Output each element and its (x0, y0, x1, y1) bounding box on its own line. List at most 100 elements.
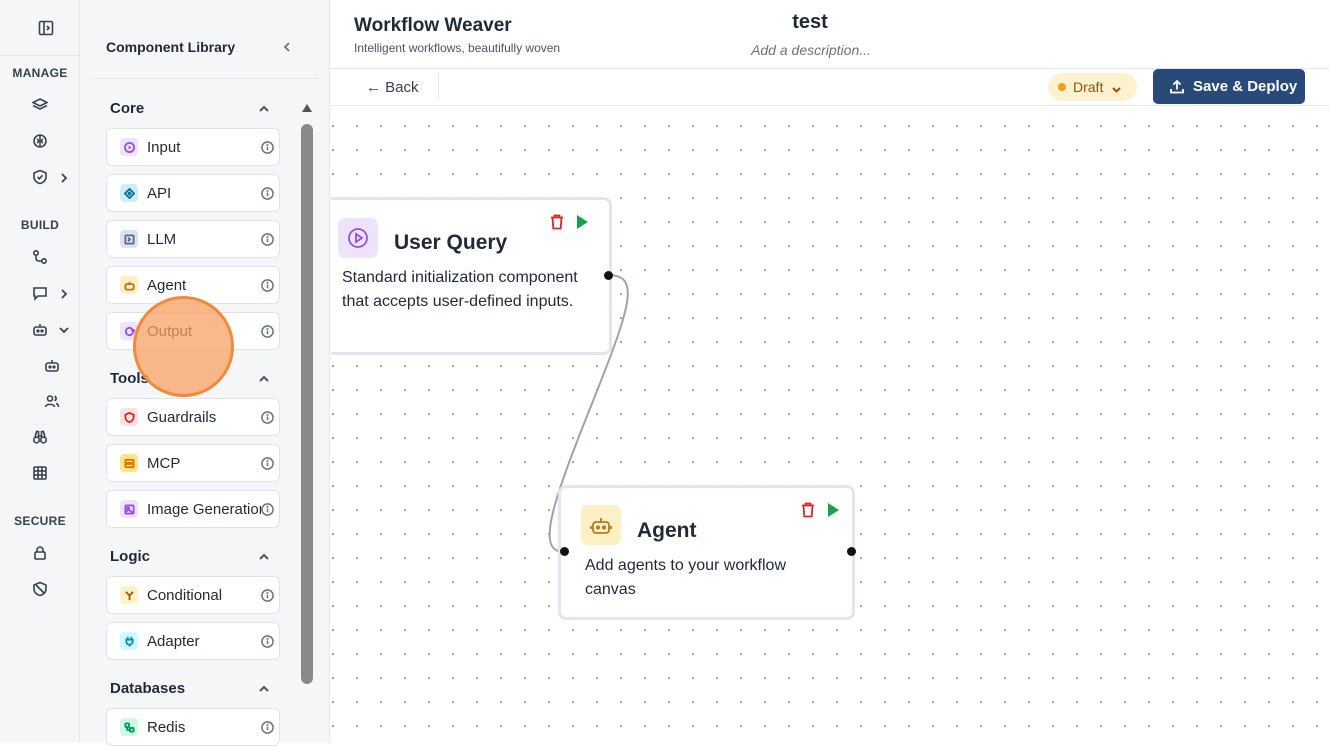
play-circle-icon (120, 138, 138, 156)
component-api[interactable]: API (106, 174, 280, 212)
save-deploy-button[interactable]: Save & Deploy (1153, 69, 1305, 104)
click-indicator (133, 296, 234, 397)
upload-icon (1169, 79, 1185, 95)
play-circle-icon (338, 218, 378, 258)
node-user-query[interactable]: User Query Standard initialization compo… (331, 197, 612, 355)
workflow-canvas[interactable]: User Query Standard initialization compo… (331, 106, 1329, 742)
info-icon[interactable] (261, 278, 274, 292)
node-description: Standard initialization component that a… (342, 269, 578, 310)
delete-icon[interactable] (801, 502, 815, 518)
shield-icon[interactable] (30, 167, 50, 187)
delete-icon[interactable] (550, 214, 564, 230)
branch-icon (120, 586, 138, 604)
node-title: Agent (637, 519, 697, 542)
toolbar: ← Back Draft Save & Deploy (330, 69, 1329, 106)
group-core-title: Core (110, 100, 145, 117)
input-port[interactable] (560, 547, 569, 556)
component-label: API (147, 184, 172, 202)
chevron-left-icon[interactable] (280, 40, 294, 54)
bot-icon (581, 505, 621, 545)
chevron-down-icon (1111, 82, 1122, 93)
component-llm[interactable]: LLM (106, 220, 280, 258)
info-icon[interactable] (261, 634, 274, 648)
info-icon[interactable] (261, 502, 274, 516)
component-mcp[interactable]: MCP (106, 444, 280, 482)
chevron-up-icon[interactable] (258, 550, 270, 562)
info-icon[interactable] (261, 456, 274, 470)
section-secure: SECURE (14, 514, 66, 528)
component-input[interactable]: Input (106, 128, 280, 166)
component-image-generation[interactable]: Image Generation (106, 490, 280, 528)
info-icon[interactable] (261, 588, 274, 602)
workflow-icon[interactable] (30, 247, 50, 267)
status-dropdown[interactable]: Draft (1048, 73, 1137, 101)
node-agent[interactable]: Agent Add agents to your workflow canvas (558, 485, 855, 620)
llm-icon (120, 230, 138, 248)
info-icon[interactable] (261, 140, 274, 154)
chevron-up-icon[interactable] (258, 372, 270, 384)
icon-rail: MANAGE BUILD SECURE (0, 0, 80, 742)
library-title: Component Library (106, 39, 236, 55)
brain-icon[interactable] (30, 131, 50, 151)
bot-icon[interactable] (30, 319, 50, 339)
output-port[interactable] (604, 271, 613, 280)
chevron-up-icon[interactable] (258, 102, 270, 114)
component-guardrails[interactable]: Guardrails (106, 398, 280, 436)
info-icon[interactable] (261, 410, 274, 424)
workflow-description[interactable]: Add a description... (711, 42, 911, 58)
info-icon[interactable] (261, 720, 274, 734)
lock-icon[interactable] (30, 543, 50, 563)
node-title: User Query (394, 231, 508, 254)
component-conditional[interactable]: Conditional (106, 576, 280, 614)
back-button[interactable]: ← Back (366, 79, 419, 96)
users-icon[interactable] (42, 391, 62, 411)
app-subtitle: Intelligent workflows, beautifully woven (354, 41, 561, 55)
toolbar-divider (438, 73, 439, 99)
component-redis[interactable]: Redis (106, 708, 280, 746)
table-icon[interactable] (30, 463, 50, 483)
status-label: Draft (1073, 79, 1104, 95)
chevron-right-icon[interactable] (58, 287, 70, 299)
server-icon (120, 454, 138, 472)
shield-off-icon[interactable] (30, 579, 50, 599)
component-label: Redis (147, 718, 186, 736)
output-port[interactable] (847, 547, 856, 556)
run-icon[interactable] (577, 215, 588, 229)
sidebar-toggle-icon[interactable] (36, 18, 56, 38)
component-label: Guardrails (147, 408, 217, 426)
scroll-up-arrow-icon[interactable] (302, 104, 312, 112)
library-scrollbar[interactable] (300, 102, 314, 702)
section-manage: MANAGE (12, 66, 68, 80)
component-label: Conditional (147, 586, 223, 604)
info-icon[interactable] (261, 324, 274, 338)
workflow-name[interactable]: test (710, 11, 910, 34)
node-description: Add agents to your workflow canvas (585, 557, 786, 598)
rail-divider (0, 55, 80, 56)
component-adapter[interactable]: Adapter (106, 622, 280, 660)
info-icon[interactable] (261, 232, 274, 246)
section-build: BUILD (20, 218, 60, 232)
binoculars-icon[interactable] (30, 427, 50, 447)
component-label: LLM (147, 230, 177, 248)
chat-icon[interactable] (30, 283, 50, 303)
api-icon (120, 184, 138, 202)
chevron-down-icon[interactable] (58, 323, 70, 335)
group-databases-title: Databases (110, 680, 186, 697)
plug-icon (120, 632, 138, 650)
library-divider (92, 78, 318, 79)
scrollbar-thumb[interactable] (301, 124, 313, 684)
image-icon (120, 500, 138, 518)
component-label: Input (147, 138, 181, 156)
component-label: Agent (147, 276, 187, 294)
group-logic-title: Logic (110, 548, 150, 565)
app-title: Workflow Weaver (354, 15, 512, 36)
bot-small-icon[interactable] (42, 355, 62, 375)
layers-icon[interactable] (30, 95, 50, 115)
info-icon[interactable] (261, 186, 274, 200)
chevron-up-icon[interactable] (258, 682, 270, 694)
run-icon[interactable] (828, 503, 839, 517)
status-dot (1058, 83, 1066, 91)
chevron-right-icon[interactable] (58, 171, 70, 183)
component-label: Adapter (147, 632, 200, 650)
bot-icon (120, 276, 138, 294)
